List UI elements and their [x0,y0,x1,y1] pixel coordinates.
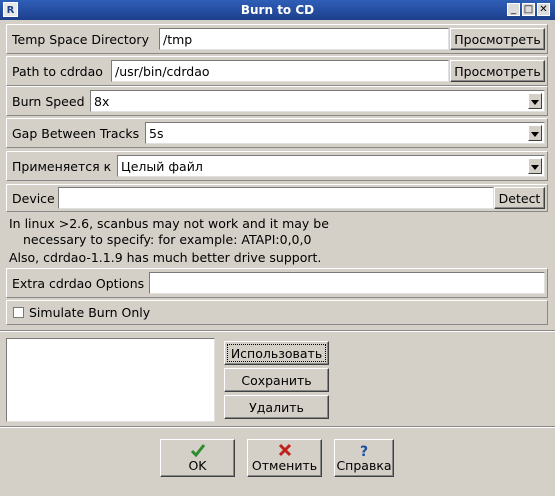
device-input[interactable] [58,187,494,209]
apply-to-select[interactable]: Целый файл [117,155,545,177]
help-button[interactable]: ? Справка [334,439,394,477]
apply-to-label: Применяется к [12,158,112,174]
simulate-label: Simulate Burn Only [29,305,151,320]
maximize-icon[interactable]: □ [522,3,535,16]
chevron-down-icon[interactable] [528,125,542,141]
save-preset-button[interactable]: Сохранить [224,368,329,392]
temp-dir-input[interactable]: /tmp [159,28,449,50]
burn-speed-label: Burn Speed [12,93,85,109]
presets-list[interactable] [6,338,215,422]
chevron-down-icon[interactable] [528,158,542,174]
close-icon[interactable]: ✕ [537,3,550,16]
gap-value: 5s [149,125,164,141]
burn-speed-row: Burn Speed 8x [6,86,548,116]
ok-button[interactable]: OK [160,439,235,477]
apply-to-value: Целый файл [121,158,203,174]
extra-options-label: Extra cdrdao Options [12,275,145,291]
detect-button[interactable]: Detect [494,187,545,209]
gap-row: Gap Between Tracks 5s [6,118,548,148]
title-bar: R Burn to CD _ □ ✕ [0,0,555,20]
window-title: Burn to CD [240,3,315,17]
use-preset-button[interactable]: Использовать [224,341,329,365]
simulate-checkbox[interactable] [13,307,24,318]
extra-options-row: Extra cdrdao Options [6,268,548,298]
check-icon [190,443,206,458]
cdrdao-path-label: Path to cdrdao [12,63,103,79]
apply-to-row: Применяется к Целый файл [6,151,548,181]
cdrdao-path-input[interactable]: /usr/bin/cdrdao [111,60,449,82]
delete-preset-button[interactable]: Удалить [224,395,329,419]
separator [0,426,555,428]
help-label: Справка [336,458,392,473]
cdrdao-path-browse-button[interactable]: Просмотреть [450,60,545,82]
ok-label: OK [188,458,207,473]
burn-speed-value: 8x [94,93,110,109]
burn-speed-select[interactable]: 8x [90,90,545,112]
x-icon [278,443,292,458]
svg-text:?: ? [360,444,368,458]
info-line-3: Also, cdrdao-1.1.9 has much better drive… [9,250,322,265]
cancel-label: Отменить [251,458,318,473]
minimize-icon[interactable]: _ [507,3,520,16]
gap-label: Gap Between Tracks [12,125,140,141]
simulate-row: Simulate Burn Only [6,300,548,325]
device-label: Device [12,190,55,206]
info-line-2: necessary to specify: for example: ATAPI… [23,232,312,247]
extra-options-input[interactable] [149,272,545,294]
separator [0,330,555,332]
cdrdao-path-row: Path to cdrdao /usr/bin/cdrdao Просмотре… [6,56,548,86]
cancel-button[interactable]: Отменить [247,439,322,477]
device-row: Device Detect [6,184,548,212]
gap-select[interactable]: 5s [145,122,545,144]
temp-dir-row: Temp Space Directory /tmp Просмотреть [6,24,548,54]
chevron-down-icon[interactable] [528,93,542,109]
help-icon: ? [357,443,371,460]
temp-dir-label: Temp Space Directory [12,31,149,47]
info-line-1: In linux >2.6, scanbus may not work and … [9,216,329,231]
temp-dir-browse-button[interactable]: Просмотреть [450,28,545,50]
